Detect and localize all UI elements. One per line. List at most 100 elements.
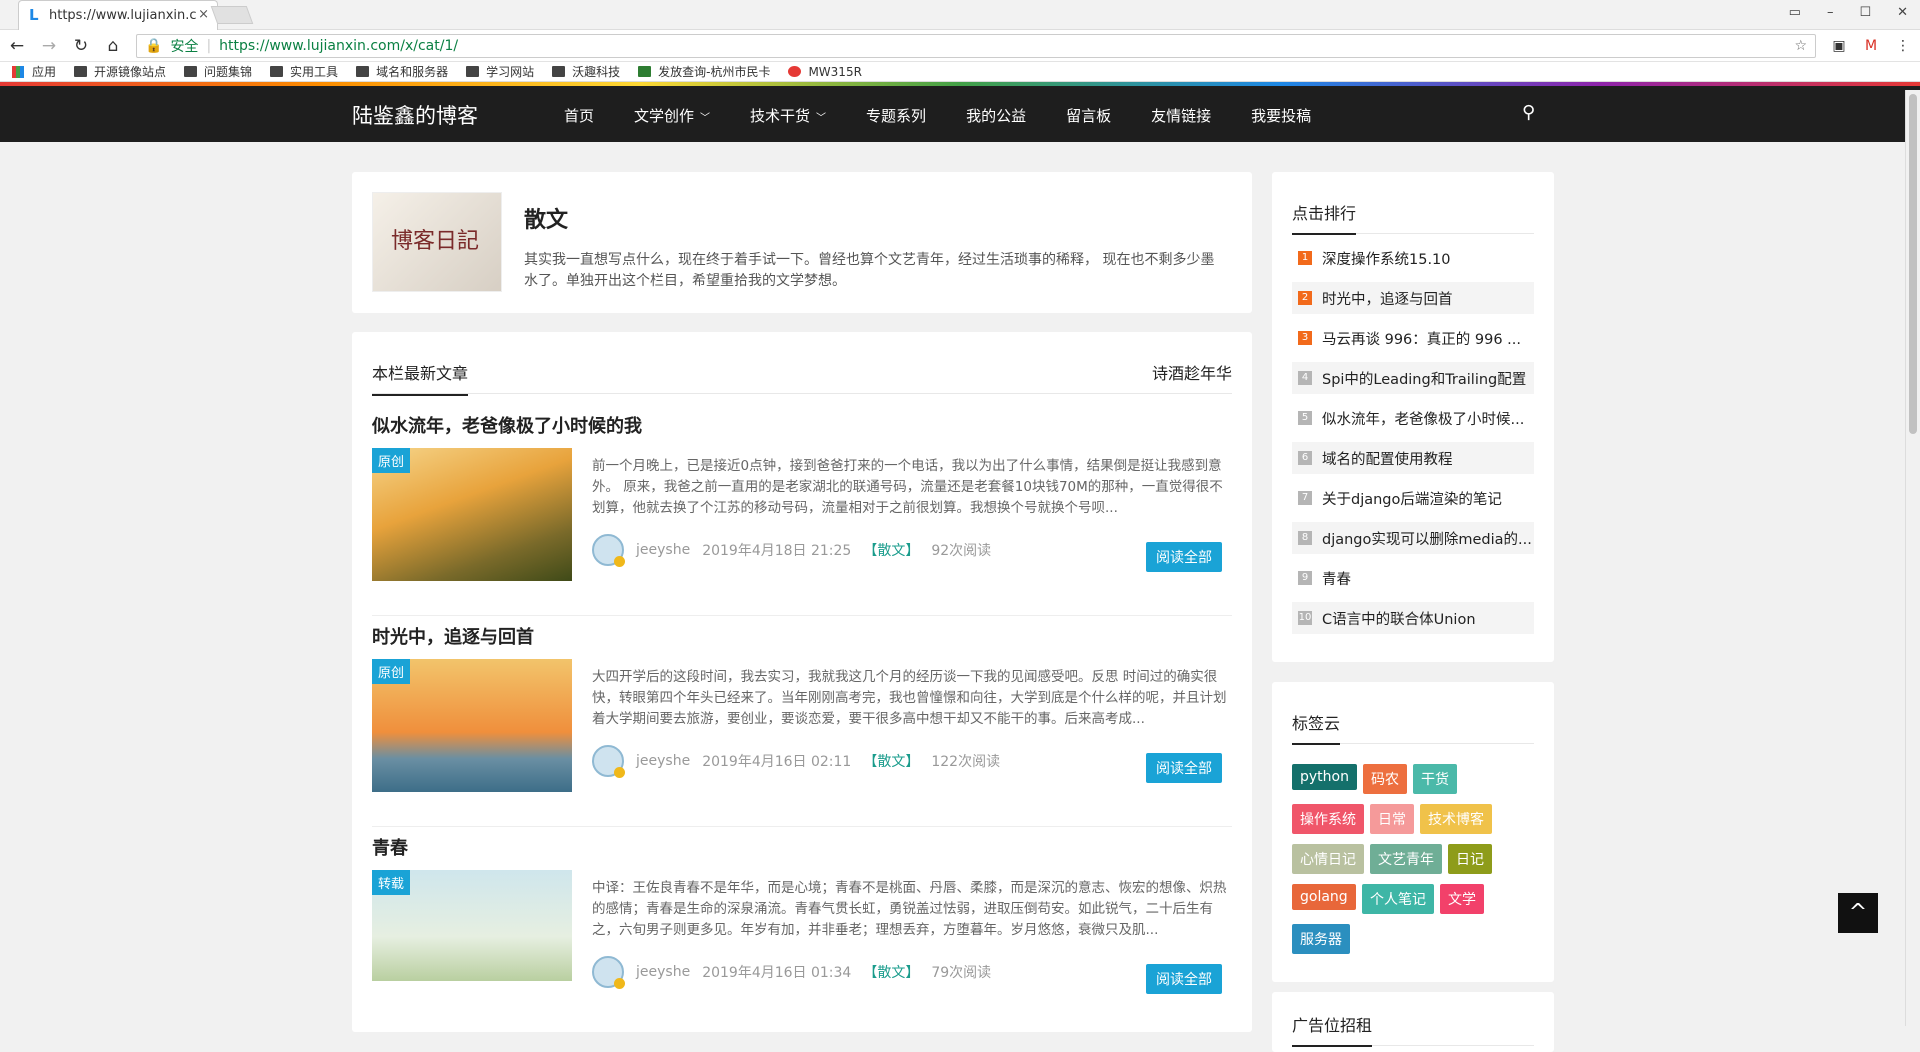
bookmark-folder[interactable]: 域名和服务器 <box>356 63 448 80</box>
bookmark-folder[interactable]: 学习网站 <box>466 63 534 80</box>
post-date: 2019年4月16日 01:34 <box>702 965 852 981</box>
tag-chip[interactable]: 日常 <box>1370 804 1414 834</box>
back-to-top-button[interactable]: ^ <box>1838 893 1878 933</box>
bookmark-apps[interactable]: 应用 <box>12 63 56 80</box>
post-thumbnail[interactable]: 原创 <box>372 448 572 581</box>
rank-title: django实现可以删除media的... <box>1322 531 1532 548</box>
rank-number: 7 <box>1298 491 1312 505</box>
maximize-icon[interactable]: ☐ <box>1859 5 1871 20</box>
nav-item-tech[interactable]: 技术干货 ﹀ <box>750 105 826 126</box>
tag-chip[interactable]: 文学 <box>1440 884 1484 914</box>
post-author: jeeyshe <box>636 542 691 558</box>
nav-item-series[interactable]: 专题系列 <box>866 105 926 126</box>
category-image-text: 博客日記 <box>391 229 480 254</box>
tag-chip[interactable]: python <box>1292 764 1357 790</box>
tag-chip[interactable]: 码农 <box>1363 764 1407 794</box>
back-icon[interactable]: ← <box>8 36 26 56</box>
tag-chip[interactable]: 操作系统 <box>1292 804 1364 834</box>
bookmark-label: 学习网站 <box>486 65 535 79</box>
post-title[interactable]: 时光中，追逐与回首 <box>372 623 534 649</box>
url-text: https://www.lujianxin.com/x/cat/1/ <box>219 37 459 54</box>
close-window-icon[interactable]: ✕ <box>1897 5 1908 20</box>
rank-title: 关于django后端渲染的笔记 <box>1322 491 1502 508</box>
nav-item-links[interactable]: 友情链接 <box>1151 105 1211 126</box>
extension-icon[interactable]: ▣ <box>1830 38 1848 54</box>
post-thumbnail[interactable]: 原创 <box>372 659 572 792</box>
post-title[interactable]: 青春 <box>372 834 408 860</box>
tag-chip[interactable]: 文艺青年 <box>1370 844 1442 874</box>
nav-item-submit[interactable]: 我要投稿 <box>1251 105 1311 126</box>
tag-chip[interactable]: 日记 <box>1448 844 1492 874</box>
rank-item[interactable]: 7 关于django后端渲染的笔记 <box>1292 482 1534 514</box>
tag-chip[interactable]: 技术博客 <box>1420 804 1492 834</box>
post-category[interactable]: 【散文】 <box>863 751 919 771</box>
list-right-link[interactable]: 诗酒趁年华 <box>1152 360 1232 384</box>
rank-number: 1 <box>1298 251 1312 265</box>
star-icon[interactable]: ☆ <box>1794 38 1807 54</box>
tag-chip[interactable]: 个人笔记 <box>1362 884 1434 914</box>
new-tab-button[interactable] <box>210 6 254 24</box>
bookmark-folder[interactable]: 沃趣科技 <box>552 63 620 80</box>
site-logo[interactable]: 陆鉴鑫的博客 <box>352 100 478 130</box>
scrollbar-thumb[interactable] <box>1909 94 1917 434</box>
bookmark-folder[interactable]: 问题集锦 <box>184 63 252 80</box>
bookmark-folder[interactable]: 实用工具 <box>270 63 338 80</box>
bookmark-folder[interactable]: 开源镜像站点 <box>74 63 166 80</box>
citizen-card-icon <box>638 66 652 77</box>
bookmark-link[interactable]: MW315R <box>788 65 862 79</box>
rank-item[interactable]: 8 django实现可以删除media的... <box>1292 522 1534 554</box>
security-label: 安全 <box>170 38 199 55</box>
post-category[interactable]: 【散文】 <box>863 962 919 982</box>
apps-icon <box>12 66 24 78</box>
nav-item-charity[interactable]: 我的公益 <box>966 105 1026 126</box>
bookmark-link[interactable]: 发放查询-杭州市民卡 <box>638 63 770 80</box>
read-more-button[interactable]: 阅读全部 <box>1146 753 1222 783</box>
post-meta: jeeyshe 2019年4月16日 02:11 【散文】 122次阅读 <box>592 745 1000 778</box>
folder-icon <box>270 66 284 77</box>
rank-number: 4 <box>1298 371 1312 385</box>
post-meta: jeeyshe 2019年4月18日 21:25 【散文】 92次阅读 <box>592 534 992 567</box>
post-thumbnail[interactable]: 转载 <box>372 870 572 981</box>
rank-number: 9 <box>1298 571 1312 585</box>
search-icon[interactable]: ⚲ <box>1522 102 1535 123</box>
tag-chip[interactable]: 心情日记 <box>1292 844 1364 874</box>
menu-icon[interactable]: ⋮ <box>1894 38 1912 54</box>
url-input[interactable]: 🔒 安全 | https://www.lujianxin.com/x/cat/1… <box>136 33 1816 58</box>
gmail-icon[interactable]: M <box>1862 38 1880 54</box>
chevron-down-icon: ﹀ <box>816 113 827 124</box>
chevron-down-icon: ﹀ <box>700 113 711 124</box>
rank-item[interactable]: 3 马云再谈 996：真正的 996 ... <box>1292 322 1534 354</box>
user-icon[interactable]: ▭ <box>1789 5 1801 20</box>
rank-item[interactable]: 4 Spi中的Leading和Trailing配置 <box>1292 362 1534 394</box>
rank-item[interactable]: 5 似水流年，老爸像极了小时候... <box>1292 402 1534 434</box>
post-badge: 转载 <box>372 870 411 895</box>
rank-title: 似水流年，老爸像极了小时候... <box>1322 411 1525 428</box>
post-views: 92次阅读 <box>931 543 992 559</box>
nav-item-literature[interactable]: 文学创作 ﹀ <box>634 105 710 126</box>
tag-chip[interactable]: 服务器 <box>1292 924 1350 954</box>
list-header: 本栏最新文章 诗酒趁年华 <box>372 360 1232 396</box>
rank-item[interactable]: 10 C语言中的联合体Union <box>1292 602 1534 634</box>
rank-title: 深度操作系统15.10 <box>1322 251 1451 268</box>
browser-tab[interactable]: L https://www.lujianxin.c × <box>18 0 218 30</box>
rank-item[interactable]: 1 深度操作系统15.10 <box>1292 242 1534 274</box>
rank-item[interactable]: 9 青春 <box>1292 562 1534 594</box>
rank-item[interactable]: 6 域名的配置使用教程 <box>1292 442 1534 474</box>
tag-chip[interactable]: golang <box>1292 884 1356 910</box>
nav-item-home[interactable]: 首页 <box>564 105 594 126</box>
home-icon[interactable]: ⌂ <box>104 36 122 56</box>
reload-icon[interactable]: ↻ <box>72 36 90 56</box>
tag-chip[interactable]: 干货 <box>1413 764 1457 794</box>
window-controls: ▭ – ☐ ✕ <box>1789 5 1908 20</box>
scrollbar[interactable] <box>1905 90 1920 1026</box>
read-more-button[interactable]: 阅读全部 <box>1146 542 1222 572</box>
nav-item-guestbook[interactable]: 留言板 <box>1066 105 1111 126</box>
rank-item[interactable]: 2 时光中，追逐与回首 <box>1292 282 1534 314</box>
forward-icon[interactable]: → <box>40 36 58 56</box>
post-title[interactable]: 似水流年，老爸像极了小时候的我 <box>372 412 642 438</box>
close-icon[interactable]: × <box>198 7 209 22</box>
rank-title: C语言中的联合体Union <box>1322 611 1476 628</box>
minimize-icon[interactable]: – <box>1827 5 1834 20</box>
read-more-button[interactable]: 阅读全部 <box>1146 964 1222 994</box>
post-category[interactable]: 【散文】 <box>863 540 919 560</box>
